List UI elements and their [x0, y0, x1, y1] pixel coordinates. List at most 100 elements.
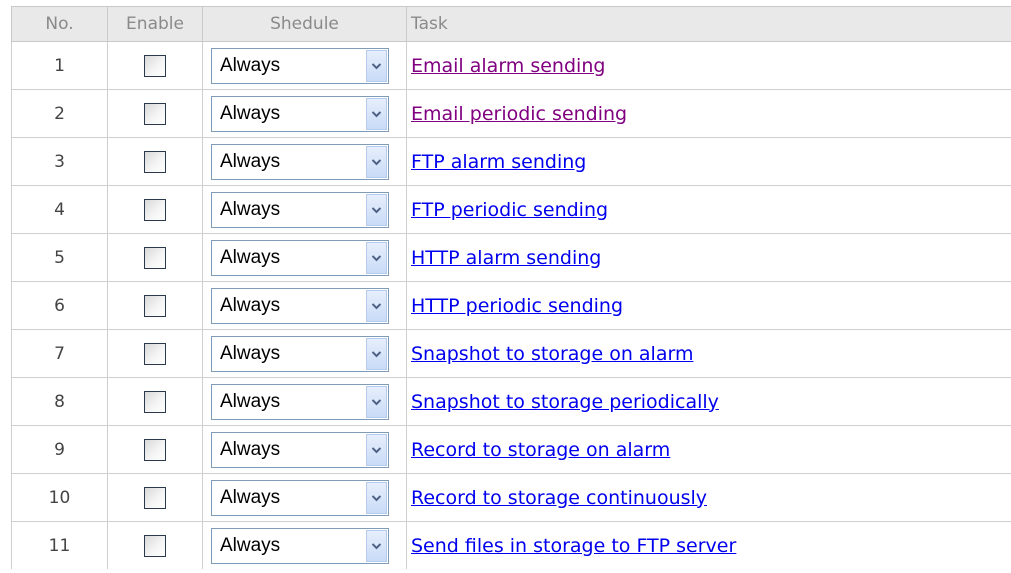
task-link[interactable]: Record to storage on alarm: [411, 439, 670, 461]
schedule-select[interactable]: Always: [211, 479, 389, 516]
schedule-cell: Always: [202, 425, 407, 474]
row-number: 11: [11, 521, 108, 569]
schedule-select-value: Always: [220, 198, 281, 220]
enable-checkbox[interactable]: [144, 486, 166, 509]
enable-cell: [107, 425, 203, 474]
chevron-down-icon: [372, 110, 381, 117]
task-link[interactable]: Snapshot to storage on alarm: [411, 343, 693, 365]
schedule-select-value: Always: [220, 294, 281, 316]
task-cell: Record to storage continuously: [406, 473, 1011, 522]
schedule-select[interactable]: Always: [211, 47, 389, 84]
schedule-select[interactable]: Always: [211, 143, 389, 180]
task-rows: 1 Always Email alarm sending 2 Always Em…: [11, 41, 1011, 569]
row-number: 4: [11, 185, 108, 234]
chevron-down-icon: [372, 494, 381, 501]
enable-checkbox[interactable]: [144, 534, 166, 557]
dropdown-button[interactable]: [366, 385, 387, 418]
dropdown-button[interactable]: [366, 97, 387, 130]
dropdown-button[interactable]: [366, 145, 387, 178]
header-schedule: Shedule: [202, 6, 407, 42]
chevron-down-icon: [372, 206, 381, 213]
schedule-select[interactable]: Always: [211, 383, 389, 420]
enable-checkbox[interactable]: [144, 246, 166, 269]
dropdown-button[interactable]: [366, 49, 387, 82]
schedule-cell: Always: [202, 377, 407, 426]
row-number: 8: [11, 377, 108, 426]
schedule-select-value: Always: [220, 390, 281, 412]
task-link[interactable]: FTP periodic sending: [411, 199, 608, 221]
task-cell: Send files in storage to FTP server: [406, 521, 1011, 569]
task-link[interactable]: Record to storage continuously: [411, 487, 707, 509]
schedule-select[interactable]: Always: [211, 191, 389, 228]
enable-checkbox[interactable]: [144, 198, 166, 221]
dropdown-button[interactable]: [366, 481, 387, 514]
header-task: Task: [406, 6, 1011, 42]
table-row-9: 9 Always Record to storage on alarm: [11, 425, 1011, 474]
dropdown-button[interactable]: [366, 529, 387, 562]
enable-checkbox[interactable]: [144, 390, 166, 413]
header-no: No.: [11, 6, 108, 42]
enable-checkbox[interactable]: [144, 438, 166, 461]
table-row-1: 1 Always Email alarm sending: [11, 41, 1011, 90]
task-link[interactable]: Email periodic sending: [411, 103, 627, 125]
schedule-cell: Always: [202, 41, 407, 90]
enable-checkbox[interactable]: [144, 102, 166, 125]
table-row-3: 3 Always FTP alarm sending: [11, 137, 1011, 186]
enable-cell: [107, 281, 203, 330]
task-link[interactable]: Snapshot to storage periodically: [411, 391, 719, 413]
task-link[interactable]: Email alarm sending: [411, 55, 605, 77]
schedule-cell: Always: [202, 185, 407, 234]
schedule-select[interactable]: Always: [211, 431, 389, 468]
task-link[interactable]: HTTP periodic sending: [411, 295, 623, 317]
schedule-select-value: Always: [220, 486, 281, 508]
enable-cell: [107, 329, 203, 378]
enable-checkbox[interactable]: [144, 150, 166, 173]
schedule-select-value: Always: [220, 246, 281, 268]
dropdown-button[interactable]: [366, 193, 387, 226]
schedule-cell: Always: [202, 137, 407, 186]
schedule-select[interactable]: Always: [211, 335, 389, 372]
schedule-select-value: Always: [220, 102, 281, 124]
schedule-select[interactable]: Always: [211, 527, 389, 564]
task-link[interactable]: Send files in storage to FTP server: [411, 535, 736, 557]
table-row-2: 2 Always Email periodic sending: [11, 89, 1011, 138]
task-link[interactable]: HTTP alarm sending: [411, 247, 601, 269]
enable-cell: [107, 521, 203, 569]
task-cell: HTTP alarm sending: [406, 233, 1011, 282]
task-link[interactable]: FTP alarm sending: [411, 151, 586, 173]
chevron-down-icon: [372, 398, 381, 405]
chevron-down-icon: [372, 62, 381, 69]
task-cell: Snapshot to storage periodically: [406, 377, 1011, 426]
enable-cell: [107, 41, 203, 90]
row-number: 1: [11, 41, 108, 90]
dropdown-button[interactable]: [366, 337, 387, 370]
schedule-select[interactable]: Always: [211, 287, 389, 324]
schedule-cell: Always: [202, 329, 407, 378]
enable-cell: [107, 185, 203, 234]
task-schedule-table: No. Enable Shedule Task 1 Always Email a…: [11, 6, 1011, 569]
schedule-select[interactable]: Always: [211, 95, 389, 132]
schedule-select-value: Always: [220, 150, 281, 172]
table-row-5: 5 Always HTTP alarm sending: [11, 233, 1011, 282]
schedule-cell: Always: [202, 281, 407, 330]
schedule-select[interactable]: Always: [211, 239, 389, 276]
chevron-down-icon: [372, 350, 381, 357]
enable-cell: [107, 473, 203, 522]
schedule-cell: Always: [202, 89, 407, 138]
enable-checkbox[interactable]: [144, 342, 166, 365]
chevron-down-icon: [372, 158, 381, 165]
task-cell: FTP alarm sending: [406, 137, 1011, 186]
dropdown-button[interactable]: [366, 241, 387, 274]
schedule-select-value: Always: [220, 534, 281, 556]
task-cell: FTP periodic sending: [406, 185, 1011, 234]
enable-checkbox[interactable]: [144, 54, 166, 77]
chevron-down-icon: [372, 254, 381, 261]
enable-checkbox[interactable]: [144, 294, 166, 317]
chevron-down-icon: [372, 446, 381, 453]
dropdown-button[interactable]: [366, 289, 387, 322]
task-cell: Email periodic sending: [406, 89, 1011, 138]
row-number: 6: [11, 281, 108, 330]
dropdown-button[interactable]: [366, 433, 387, 466]
row-number: 2: [11, 89, 108, 138]
row-number: 10: [11, 473, 108, 522]
